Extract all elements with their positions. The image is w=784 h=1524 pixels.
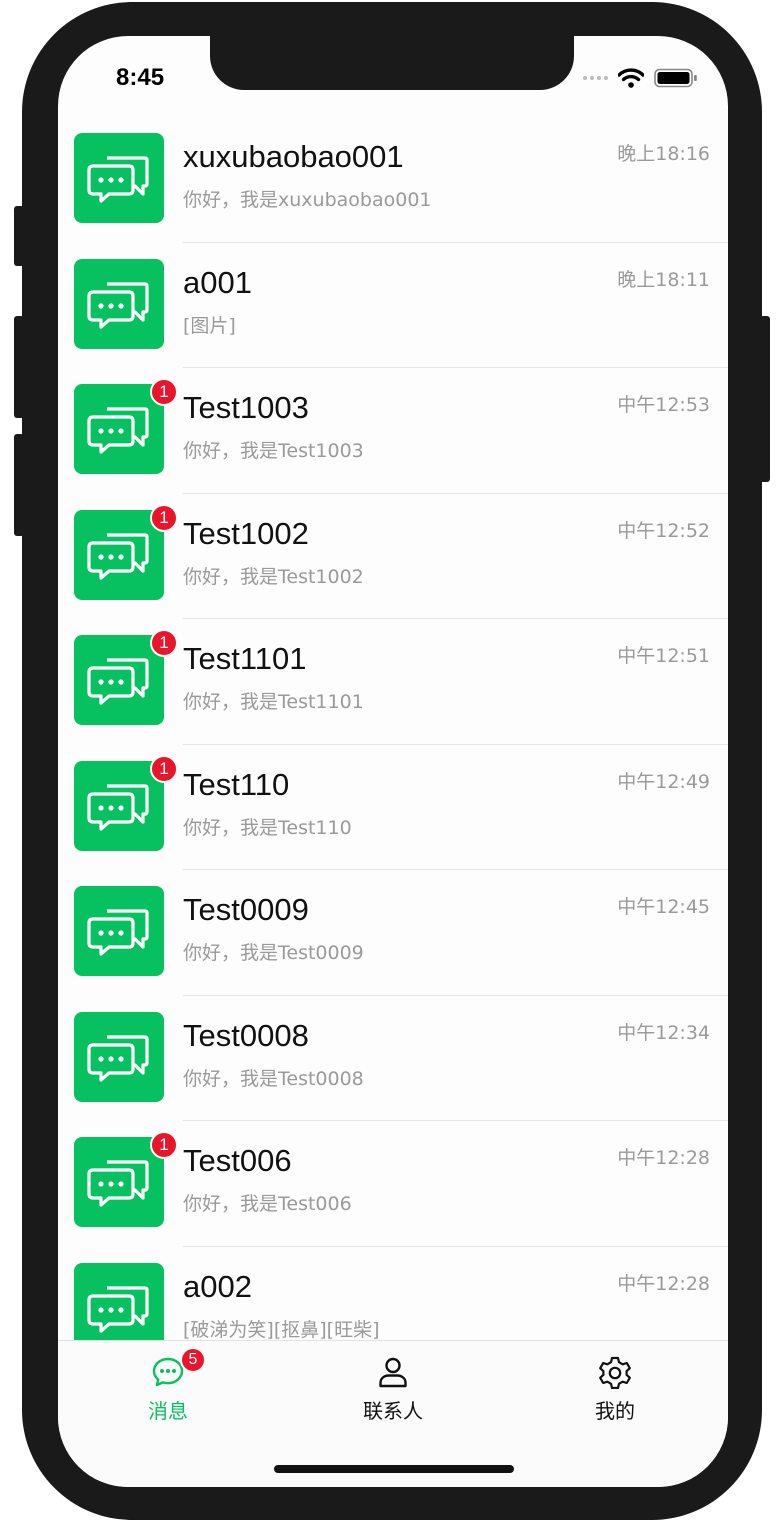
chat-time: 中午12:34 xyxy=(617,1021,710,1044)
chat-preview: 你好，我是Test006 xyxy=(183,1193,352,1215)
chat-name: a001 xyxy=(183,264,252,300)
chat-bubbles-icon xyxy=(87,654,151,706)
chat-list-item[interactable]: a002 [破涕为笑][抠鼻][旺柴] 中午12:28 xyxy=(58,1247,728,1341)
chat-list-item[interactable]: 1 Test110 你好，我是Test110 中午12:49 xyxy=(58,745,728,870)
avatar xyxy=(74,133,164,223)
power-button xyxy=(760,316,770,482)
chat-time: 中午12:53 xyxy=(617,394,710,416)
chat-list-item[interactable]: a001 [图片] 晚上18:11 xyxy=(58,243,728,368)
chat-list[interactable]: xuxubaobao001 你好，我是xuxubaobao001 晚上18:16… xyxy=(58,117,728,1340)
phone-screen: 8:45 xuxubaobao001 你好，我是xuxubaobao001 晚上… xyxy=(58,36,728,1487)
chat-name: Test110 xyxy=(183,766,290,802)
status-icons xyxy=(583,68,698,88)
chat-list-item[interactable]: Test0008 你好，我是Test0008 中午12:34 xyxy=(58,996,728,1121)
chat-name: Test1101 xyxy=(183,641,307,676)
chat-time: 中午12:49 xyxy=(617,770,710,793)
chat-name: Test1002 xyxy=(183,515,309,551)
chat-bubbles-icon xyxy=(87,403,151,455)
chat-list-item[interactable]: 1 Test1003 你好，我是Test1003 中午12:53 xyxy=(58,368,728,494)
tab-label: 联系人 xyxy=(363,1399,423,1423)
avatar xyxy=(74,1011,164,1102)
chat-time: 中午12:52 xyxy=(617,519,710,542)
chat-preview: 你好，我是Test0009 xyxy=(183,942,364,964)
chat-time: 中午12:45 xyxy=(617,896,710,918)
chat-name: Test1003 xyxy=(183,390,309,425)
avatar xyxy=(74,886,164,976)
chat-preview: 你好，我是Test1101 xyxy=(183,691,364,713)
signal-dots-icon xyxy=(583,76,608,80)
chat-bubbles-icon xyxy=(87,1156,151,1208)
chat-preview: 你好，我是Test1002 xyxy=(183,565,364,588)
chat-bubbles-icon xyxy=(87,529,151,581)
chat-list-item[interactable]: xuxubaobao001 你好，我是xuxubaobao001 晚上18:16 xyxy=(58,117,728,243)
chat-time: 晚上18:11 xyxy=(617,268,710,291)
gear-icon xyxy=(598,1355,632,1390)
person-icon xyxy=(376,1355,410,1389)
chat-preview: [破涕为笑][抠鼻][旺柴] xyxy=(183,1318,380,1341)
chat-time: 中午12:28 xyxy=(617,1272,710,1295)
battery-icon xyxy=(654,68,697,88)
chat-name: a002 xyxy=(183,1268,252,1304)
tab-label: 我的 xyxy=(595,1399,635,1423)
unread-badge: 1 xyxy=(150,503,178,532)
chat-preview: [图片] xyxy=(183,314,236,337)
chat-time: 晚上18:16 xyxy=(617,143,710,165)
chat-bubbles-icon xyxy=(87,780,151,832)
tab-gear[interactable]: 我的 xyxy=(545,1341,685,1431)
chat-name: Test0008 xyxy=(183,1017,309,1053)
chat-bubbles-icon xyxy=(87,152,151,204)
chat-time: 中午12:51 xyxy=(617,645,710,667)
status-time: 8:45 xyxy=(116,64,165,91)
avatar xyxy=(74,258,164,349)
chat-name: xuxubaobao001 xyxy=(183,139,404,174)
chat-list-item[interactable]: Test0009 你好，我是Test0009 中午12:45 xyxy=(58,870,728,996)
chat-preview: 你好，我是Test1003 xyxy=(183,440,364,462)
wifi-icon xyxy=(618,68,644,88)
chat-preview: 你好，我是xuxubaobao001 xyxy=(183,189,432,211)
chat-bubbles-icon xyxy=(87,1282,151,1334)
mute-switch xyxy=(14,206,24,266)
tab-person[interactable]: 联系人 xyxy=(323,1341,463,1431)
unread-badge: 1 xyxy=(150,1131,178,1159)
unread-badge: 1 xyxy=(150,629,178,657)
chat-bubbles-icon xyxy=(87,1031,151,1083)
chat-list-item[interactable]: 1 Test1002 你好，我是Test1002 中午12:52 xyxy=(58,494,728,619)
home-indicator[interactable] xyxy=(274,1465,514,1473)
chat-name: Test006 xyxy=(183,1143,292,1178)
tab-label: 消息 xyxy=(148,1399,188,1423)
chat-preview: 你好，我是Test110 xyxy=(183,816,352,839)
notch xyxy=(210,36,574,90)
volume-up-button xyxy=(14,316,24,418)
unread-badge: 1 xyxy=(150,378,178,406)
chat-time: 中午12:28 xyxy=(617,1147,710,1169)
tab-message[interactable]: 5 消息 xyxy=(98,1341,238,1431)
unread-badge: 1 xyxy=(150,754,178,783)
chat-list-item[interactable]: 1 Test1101 你好，我是Test1101 中午12:51 xyxy=(58,619,728,745)
avatar xyxy=(74,1262,164,1340)
chat-bubbles-icon xyxy=(87,278,151,330)
chat-bubbles-icon xyxy=(87,905,151,957)
chat-list-item[interactable]: 1 Test006 你好，我是Test006 中午12:28 xyxy=(58,1121,728,1247)
chat-preview: 你好，我是Test0008 xyxy=(183,1067,364,1090)
tab-badge: 5 xyxy=(180,1347,206,1373)
volume-down-button xyxy=(14,434,24,536)
chat-name: Test0009 xyxy=(183,892,309,927)
